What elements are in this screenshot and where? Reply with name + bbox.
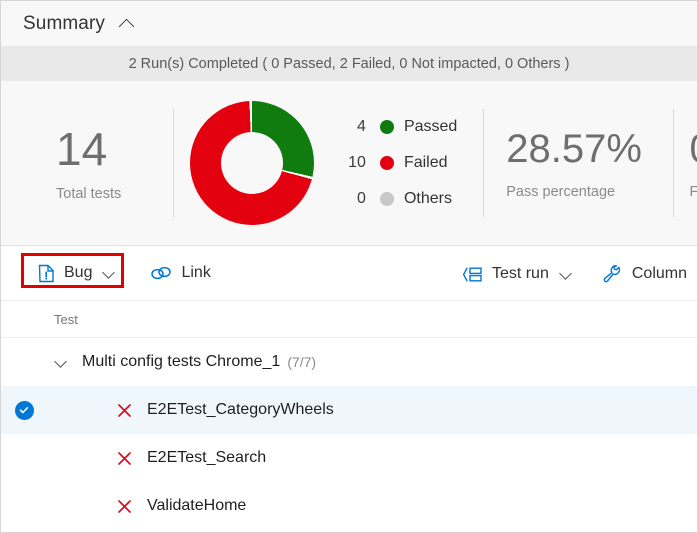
table-row[interactable]: E2ETest_CategoryWheels <box>1 386 697 434</box>
summary-header: Summary <box>1 1 697 46</box>
legend-item-passed: 4 Passed <box>340 114 457 140</box>
failed-dot-icon <box>379 156 394 170</box>
link-button[interactable]: Link <box>140 256 220 290</box>
test-group-row[interactable]: Multi config tests Chrome_1 (7/7) <box>1 338 697 386</box>
command-toolbar: Bug Link Test run Column <box>1 246 697 301</box>
test-group-count: (7/7) <box>287 354 317 370</box>
pass-percentage-metric: 28.57% Pass percentage <box>484 126 672 200</box>
others-dot-icon <box>379 192 394 206</box>
chevron-up-icon[interactable] <box>117 13 139 35</box>
chevron-down-icon[interactable] <box>102 266 116 280</box>
check-circle-icon <box>14 400 34 420</box>
cut-off-metric-label: F <box>690 184 697 200</box>
pass-percentage-label: Pass percentage <box>506 184 616 200</box>
failed-x-icon <box>113 403 135 418</box>
legend-count-failed: 10 <box>348 154 366 171</box>
cut-off-metric-value: 0 <box>690 126 697 172</box>
cut-off-metric: 0 F <box>674 126 697 200</box>
legend-label-failed: Failed <box>403 154 448 171</box>
column-options-button-label: Column <box>631 265 687 282</box>
legend-label-passed: Passed <box>403 118 458 135</box>
results-table-header: Test <box>1 301 697 338</box>
row-selected-checkbox[interactable] <box>1 400 47 420</box>
column-header-test: Test <box>54 311 78 327</box>
legend-count-others: 0 <box>357 190 366 207</box>
results-donut-chart <box>182 101 322 225</box>
failed-x-icon <box>113 451 135 466</box>
chevron-down-icon[interactable] <box>559 267 573 281</box>
group-by-icon <box>462 266 483 283</box>
run-status-bar: 2 Run(s) Completed ( 0 Passed, 2 Failed,… <box>1 46 697 81</box>
test-name: E2ETest_CategoryWheels <box>147 401 334 418</box>
table-row[interactable]: ValidateHome <box>1 482 697 530</box>
pass-percentage-value: 28.57% <box>506 127 642 171</box>
legend-item-others: 0 Others <box>340 186 457 212</box>
bug-button-label: Bug <box>64 264 93 281</box>
failed-x-icon <box>113 499 135 514</box>
legend-label-others: Others <box>403 190 452 207</box>
legend-item-failed: 10 Failed <box>340 150 457 176</box>
passed-dot-icon <box>379 120 394 134</box>
test-run-groupby-button[interactable]: Test run <box>452 257 583 291</box>
legend-count-passed: 4 <box>357 118 366 135</box>
wrench-icon <box>603 264 623 284</box>
test-run-button-label: Test run <box>491 265 549 282</box>
link-icon <box>150 265 172 281</box>
bug-work-item-icon <box>38 264 55 283</box>
chart-legend: 4 Passed 10 Failed 0 Others <box>340 114 457 212</box>
test-name: E2ETest_Search <box>147 449 267 466</box>
link-button-label: Link <box>181 264 211 281</box>
test-results-summary-panel: Summary 2 Run(s) Completed ( 0 Passed, 2… <box>0 0 698 533</box>
bug-button[interactable]: Bug <box>28 256 126 290</box>
total-tests-value: 14 <box>56 123 108 175</box>
test-name: ValidateHome <box>147 497 247 514</box>
chevron-down-icon[interactable] <box>53 354 69 370</box>
test-group-name: Multi config tests Chrome_1 <box>82 353 281 370</box>
metrics-band: 14 Total tests 4 Passed 10 Failed 0 Othe… <box>1 81 697 246</box>
metric-divider-1 <box>172 109 174 217</box>
donut-ring <box>189 101 314 225</box>
run-status-text: 2 Run(s) Completed ( 0 Passed, 2 Failed,… <box>128 55 570 72</box>
column-options-button[interactable]: Column <box>593 257 697 291</box>
total-tests-metric: 14 Total tests <box>1 124 173 202</box>
table-row[interactable]: E2ETest_Search <box>1 434 697 482</box>
page-title: Summary <box>23 12 105 34</box>
total-tests-label: Total tests <box>56 186 122 202</box>
